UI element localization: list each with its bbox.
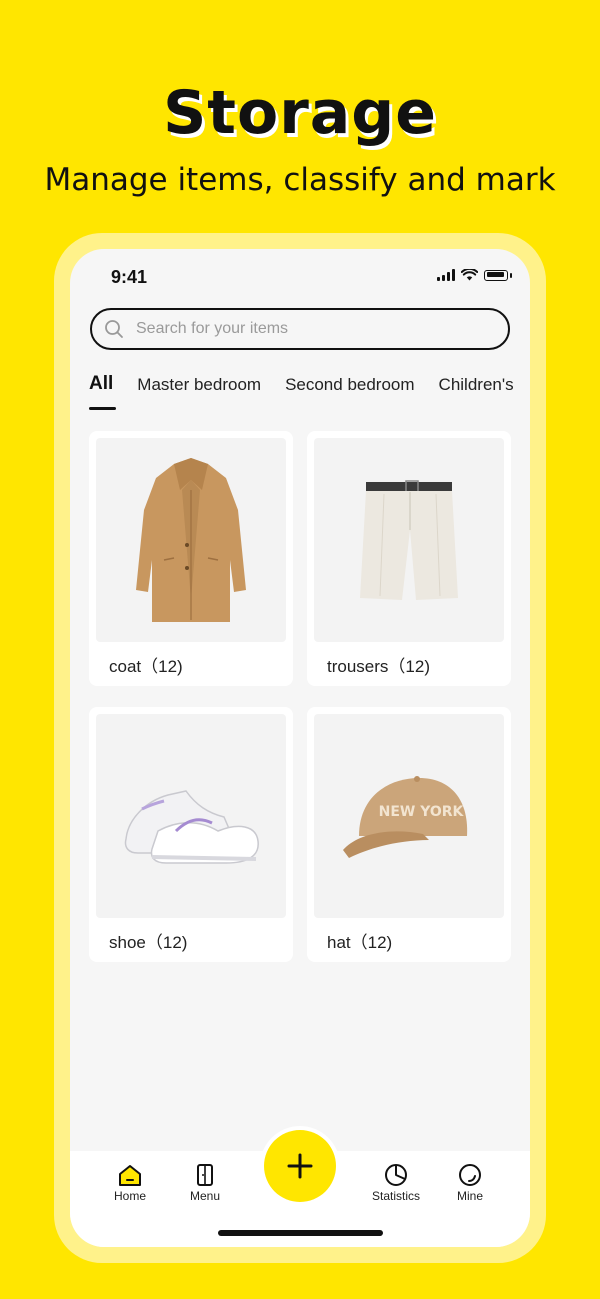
tab-label: All	[89, 373, 114, 394]
search-input[interactable]	[134, 319, 478, 339]
item-label: trousers（12)	[327, 657, 430, 676]
item-label: hat（12)	[327, 933, 393, 952]
pie-chart-icon	[385, 1164, 407, 1186]
tab-master-bedroom[interactable]: Master bedroom	[137, 373, 261, 413]
search-bar[interactable]	[90, 308, 510, 350]
room-tabs: All Master bedroom Second bedroom Childr…	[89, 373, 530, 413]
tabbar-mine[interactable]: Mine	[440, 1163, 500, 1203]
item-card-coat[interactable]: coat（12)	[89, 431, 293, 686]
tabbar-label: Menu	[189, 1189, 221, 1203]
tab-label: Children's	[438, 375, 514, 394]
item-card-hat[interactable]: NEW YORK hat（12)	[307, 707, 511, 962]
item-label: shoe（12)	[109, 933, 188, 952]
tab-label: Second bedroom	[285, 375, 415, 394]
add-item-button[interactable]	[264, 1130, 336, 1202]
item-card-trousers[interactable]: trousers（12)	[307, 431, 511, 686]
search-icon	[105, 320, 123, 338]
tabbar-label: Statistics	[371, 1189, 420, 1203]
tab-label: Master bedroom	[137, 375, 262, 394]
home-indicator	[218, 1230, 383, 1236]
status-bar: 9:41	[70, 249, 530, 305]
coat-image	[96, 438, 286, 642]
cap-print: NEW YORK	[379, 804, 465, 820]
battery-icon	[484, 269, 508, 281]
tab-active-indicator	[89, 407, 116, 410]
sneakers-image	[96, 714, 286, 918]
tabbar-home[interactable]: Home	[100, 1163, 160, 1203]
home-icon	[119, 1165, 141, 1186]
tabbar-statistics[interactable]: Statistics	[366, 1163, 426, 1203]
signal-icon	[437, 269, 455, 281]
status-time: 9:41	[111, 267, 148, 287]
item-label: coat（12)	[109, 657, 183, 676]
tab-all[interactable]: All	[89, 373, 116, 413]
plus-icon	[287, 1153, 313, 1179]
status-icons	[437, 269, 512, 281]
phone-screen: 9:41 All Master bedroom	[70, 249, 530, 1247]
tabbar-label: Home	[113, 1189, 146, 1203]
cap-image: NEW YORK	[314, 714, 504, 918]
promo-title: Storage	[163, 78, 437, 148]
tab-childrens[interactable]: Children's	[439, 373, 514, 413]
tabbar-label: Mine	[456, 1189, 483, 1203]
promo-subtitle: Manage items, classify and mark	[44, 162, 556, 198]
door-icon	[197, 1164, 213, 1186]
item-card-shoe[interactable]: shoe（12)	[89, 707, 293, 962]
tabbar-menu[interactable]: Menu	[175, 1163, 235, 1203]
profile-icon	[459, 1164, 481, 1186]
shorts-image	[314, 438, 504, 642]
tab-second-bedroom[interactable]: Second bedroom	[285, 373, 414, 413]
wifi-icon	[461, 269, 478, 281]
